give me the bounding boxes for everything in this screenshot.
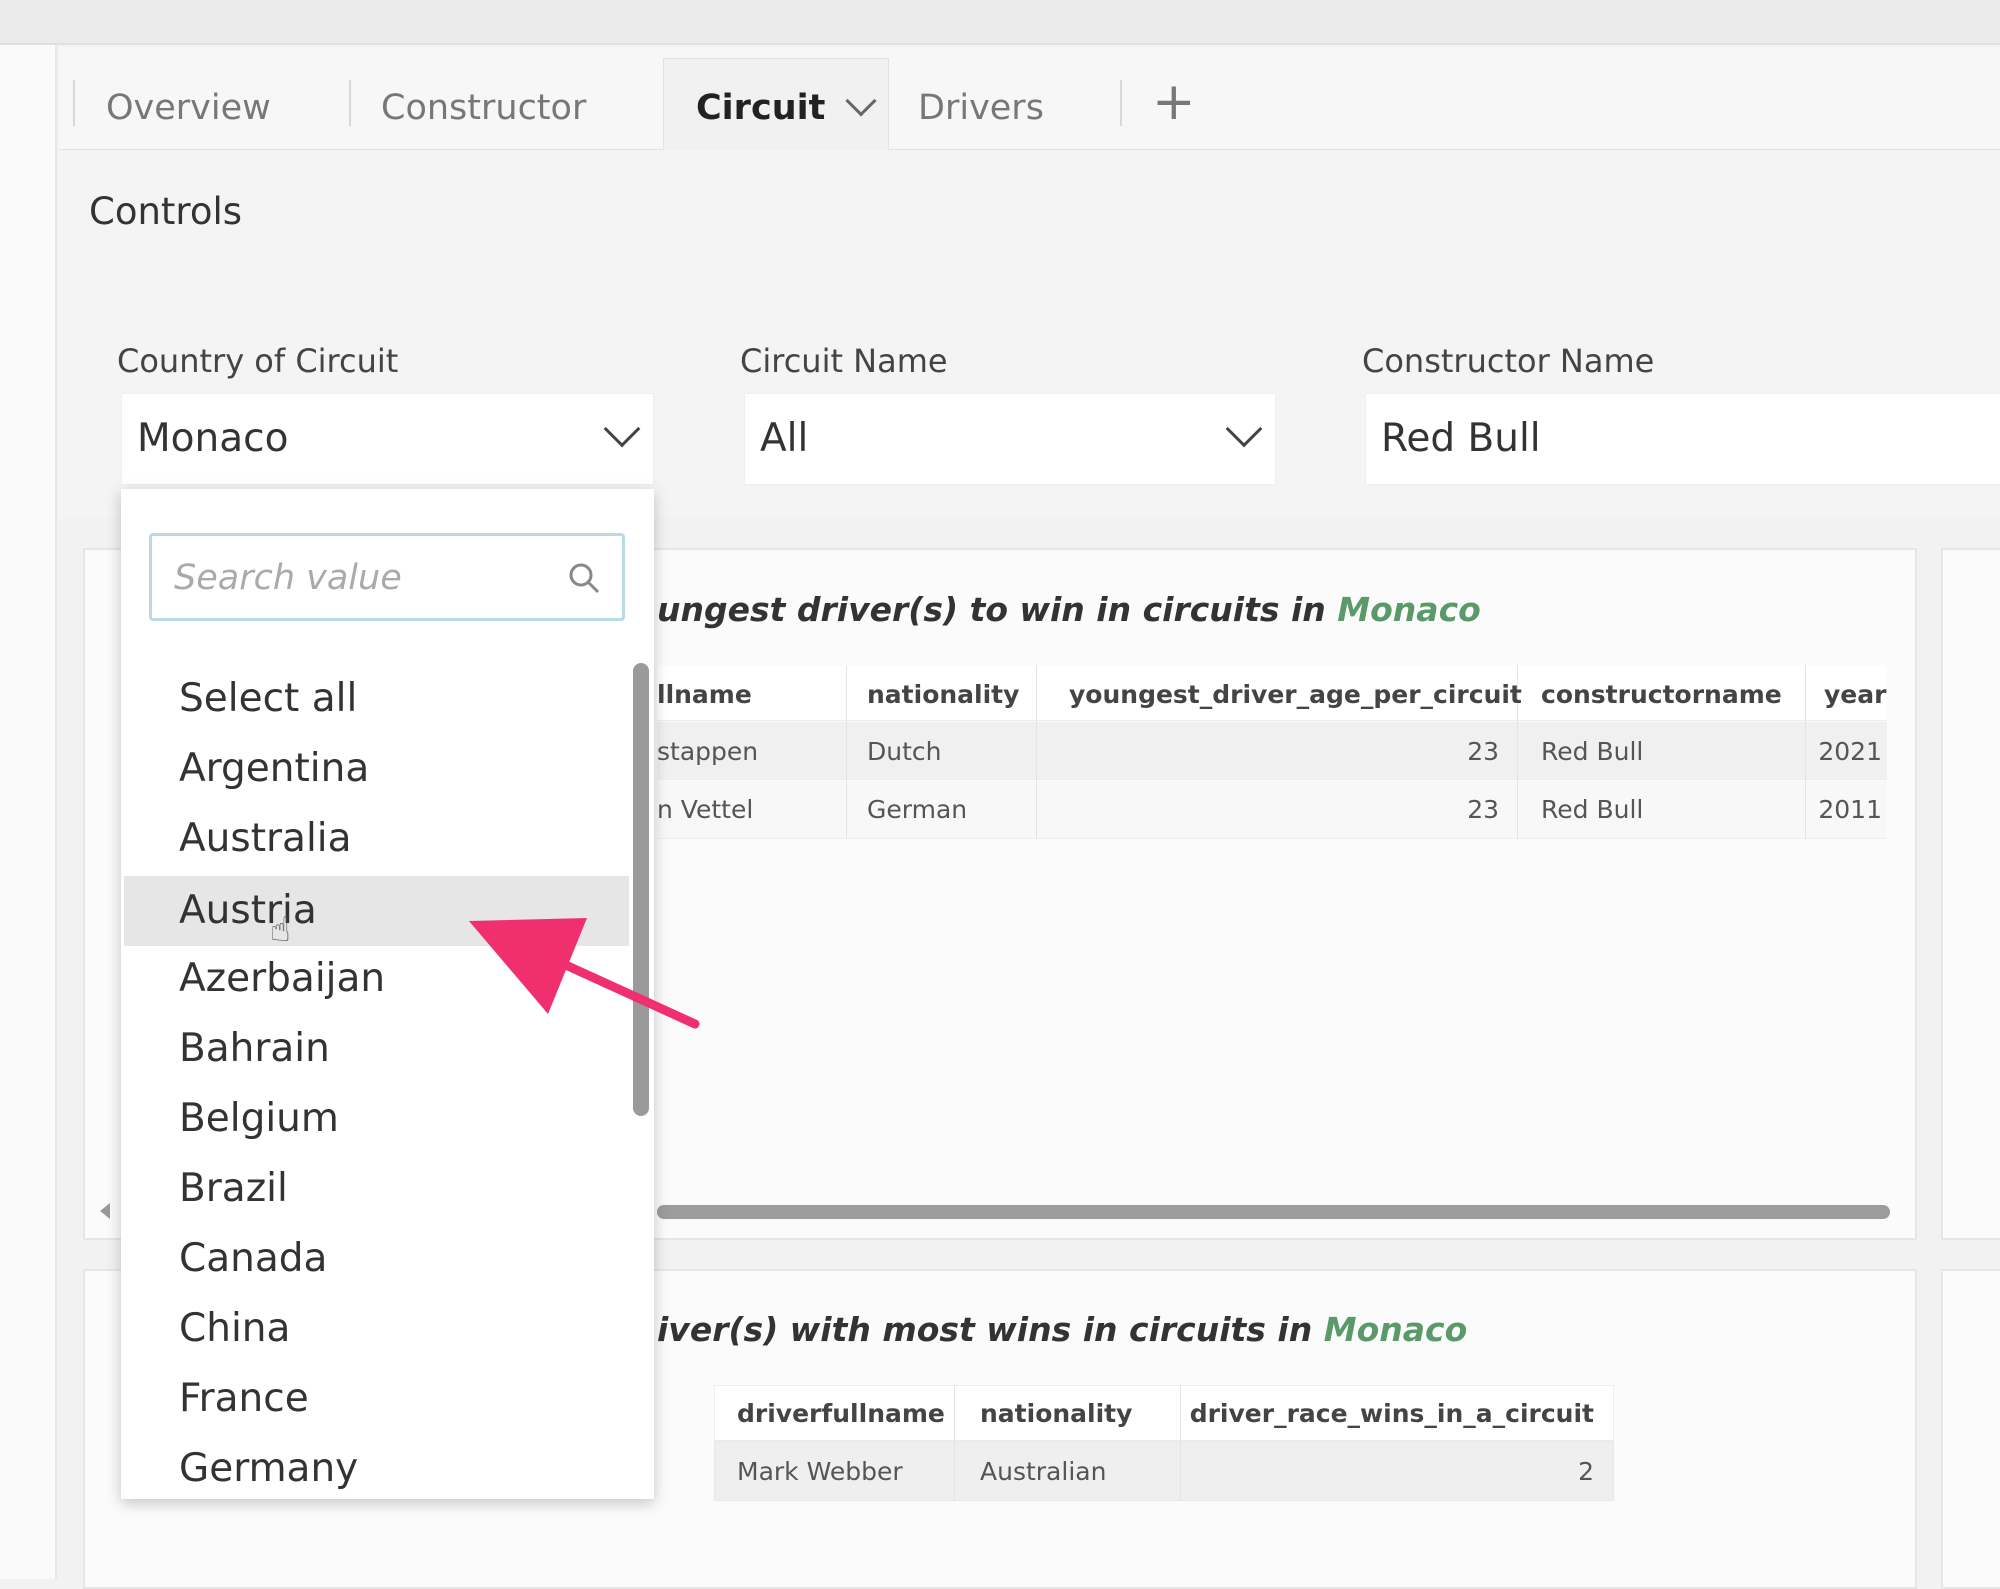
annotation-arrow-icon [469,918,700,1029]
